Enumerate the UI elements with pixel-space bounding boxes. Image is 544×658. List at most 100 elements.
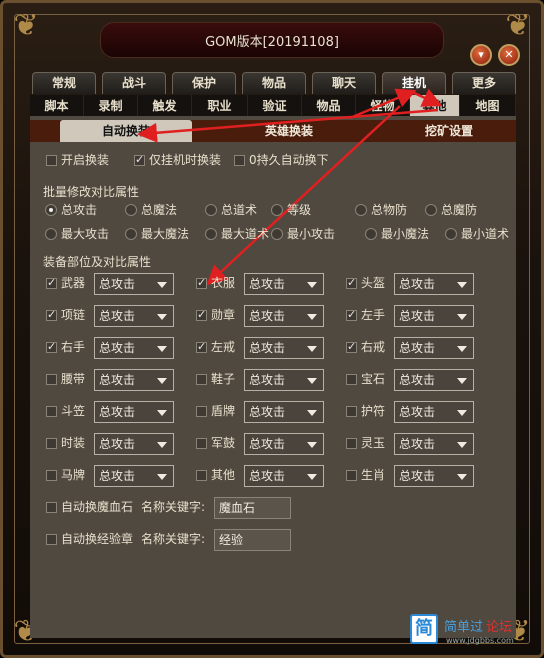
equip-16-select[interactable]: 总攻击 — [94, 433, 174, 455]
equip-9-select[interactable]: 总攻击 — [394, 337, 474, 359]
option-2-label[interactable]: 仅挂机时换装 — [149, 153, 221, 167]
equip-18-select[interactable]: 总攻击 — [394, 433, 474, 455]
equip-7-select[interactable]: 总攻击 — [94, 337, 174, 359]
equip-14-label[interactable]: 盾牌 — [211, 404, 235, 418]
attr-row1-5-label[interactable]: 总物防 — [371, 203, 407, 217]
equip-5-select[interactable]: 总攻击 — [244, 305, 324, 327]
equip-12-checkbox[interactable] — [346, 374, 357, 385]
tab-5[interactable]: 聊天 — [312, 72, 376, 94]
subtab-9[interactable]: 地图 — [460, 95, 516, 117]
equip-17-select[interactable]: 总攻击 — [244, 433, 324, 455]
auto-item-1-label[interactable]: 自动换魔血石 — [61, 500, 133, 514]
option-1-label[interactable]: 开启换装 — [61, 153, 109, 167]
option-3-label[interactable]: 0持久自动换下 — [249, 153, 329, 167]
subtab-2[interactable]: 录制 — [84, 95, 138, 117]
equip-10-checkbox[interactable] — [46, 374, 57, 385]
equip-20-select[interactable]: 总攻击 — [244, 465, 324, 487]
attr-row2-4-radio[interactable] — [271, 228, 283, 240]
subtab-6[interactable]: 物品 — [302, 95, 356, 117]
attr-row2-5-radio[interactable] — [365, 228, 377, 240]
auto-item-1-checkbox[interactable] — [46, 502, 57, 513]
auto-item-2-checkbox[interactable] — [46, 534, 57, 545]
attr-row1-1-radio[interactable] — [45, 204, 57, 216]
equip-15-checkbox[interactable] — [346, 406, 357, 417]
auto-item-2-keyword-input[interactable]: 经验 — [214, 529, 291, 551]
subtab-4[interactable]: 职业 — [192, 95, 248, 117]
equip-8-label[interactable]: 左戒 — [211, 340, 235, 354]
attr-row1-4-label[interactable]: 等级 — [287, 203, 311, 217]
equip-4-label[interactable]: 项链 — [61, 308, 85, 322]
attr-row1-3-radio[interactable] — [205, 204, 217, 216]
equip-4-checkbox[interactable] — [46, 308, 57, 321]
equip-18-label[interactable]: 灵玉 — [361, 436, 385, 450]
equip-5-checkbox[interactable] — [196, 308, 207, 321]
equip-3-label[interactable]: 头盔 — [361, 276, 385, 290]
section-tab-2[interactable]: 英雄换装 — [196, 120, 382, 142]
attr-row1-1-label[interactable]: 总攻击 — [61, 203, 97, 217]
auto-item-1-keyword-input[interactable]: 魔血石 — [214, 497, 291, 519]
equip-10-label[interactable]: 腰带 — [61, 372, 85, 386]
equip-19-label[interactable]: 马牌 — [61, 468, 85, 482]
equip-21-checkbox[interactable] — [346, 470, 357, 481]
tab-2[interactable]: 战斗 — [102, 72, 166, 94]
equip-11-label[interactable]: 鞋子 — [211, 372, 235, 386]
option-2-checkbox[interactable] — [134, 153, 145, 166]
equip-11-select[interactable]: 总攻击 — [244, 369, 324, 391]
equip-20-label[interactable]: 其他 — [211, 468, 235, 482]
equip-4-select[interactable]: 总攻击 — [94, 305, 174, 327]
equip-3-checkbox[interactable] — [346, 276, 357, 289]
attr-row1-4-radio[interactable] — [271, 204, 283, 216]
equip-14-select[interactable]: 总攻击 — [244, 401, 324, 423]
attr-row2-2-radio[interactable] — [125, 228, 137, 240]
equip-6-select[interactable]: 总攻击 — [394, 305, 474, 327]
subtab-7[interactable]: 怪物 — [356, 95, 410, 117]
tab-6[interactable]: 挂机 — [382, 72, 446, 94]
equip-10-select[interactable]: 总攻击 — [94, 369, 174, 391]
equip-11-checkbox[interactable] — [196, 374, 207, 385]
minimize-button[interactable]: ▾ — [470, 44, 492, 66]
subtab-5[interactable]: 验证 — [248, 95, 302, 117]
equip-17-label[interactable]: 军鼓 — [211, 436, 235, 450]
attr-row2-2-label[interactable]: 最大魔法 — [141, 227, 189, 241]
attr-row1-6-radio[interactable] — [425, 204, 437, 216]
title-bar[interactable]: GOM版本[20191108] — [100, 22, 444, 58]
attr-row1-3-label[interactable]: 总道术 — [221, 203, 257, 217]
attr-row2-3-radio[interactable] — [205, 228, 217, 240]
equip-1-select[interactable]: 总攻击 — [94, 273, 174, 295]
equip-13-label[interactable]: 斗笠 — [61, 404, 85, 418]
tab-3[interactable]: 保护 — [172, 72, 236, 94]
equip-15-select[interactable]: 总攻击 — [394, 401, 474, 423]
option-3-checkbox[interactable] — [234, 155, 245, 166]
equip-8-checkbox[interactable] — [196, 340, 207, 353]
attr-row1-2-label[interactable]: 总魔法 — [141, 203, 177, 217]
equip-1-label[interactable]: 武器 — [61, 276, 85, 290]
equip-6-label[interactable]: 左手 — [361, 308, 385, 322]
attr-row2-4-label[interactable]: 最小攻击 — [287, 227, 335, 241]
equip-5-label[interactable]: 勋章 — [211, 308, 235, 322]
equip-6-checkbox[interactable] — [346, 308, 357, 321]
equip-8-select[interactable]: 总攻击 — [244, 337, 324, 359]
attr-row1-5-radio[interactable] — [355, 204, 367, 216]
attr-row2-6-label[interactable]: 最小道术 — [461, 227, 509, 241]
option-1-checkbox[interactable] — [46, 155, 57, 166]
attr-row2-5-label[interactable]: 最小魔法 — [381, 227, 429, 241]
attr-row2-1-label[interactable]: 最大攻击 — [61, 227, 109, 241]
auto-item-2-label[interactable]: 自动换经验章 — [61, 532, 133, 546]
equip-2-checkbox[interactable] — [196, 276, 207, 289]
tab-7[interactable]: 更多 — [452, 72, 516, 94]
section-tab-3[interactable]: 挖矿设置 — [384, 120, 514, 142]
equip-15-label[interactable]: 护符 — [361, 404, 385, 418]
equip-12-select[interactable]: 总攻击 — [394, 369, 474, 391]
equip-2-select[interactable]: 总攻击 — [244, 273, 324, 295]
subtab-3[interactable]: 触发 — [138, 95, 192, 117]
equip-12-label[interactable]: 宝石 — [361, 372, 385, 386]
equip-2-label[interactable]: 衣服 — [211, 276, 235, 290]
equip-19-checkbox[interactable] — [46, 470, 57, 481]
equip-20-checkbox[interactable] — [196, 470, 207, 481]
attr-row2-6-radio[interactable] — [445, 228, 457, 240]
equip-16-label[interactable]: 时装 — [61, 436, 85, 450]
attr-row2-1-radio[interactable] — [45, 228, 57, 240]
attr-row2-3-label[interactable]: 最大道术 — [221, 227, 269, 241]
equip-13-select[interactable]: 总攻击 — [94, 401, 174, 423]
equip-21-select[interactable]: 总攻击 — [394, 465, 474, 487]
